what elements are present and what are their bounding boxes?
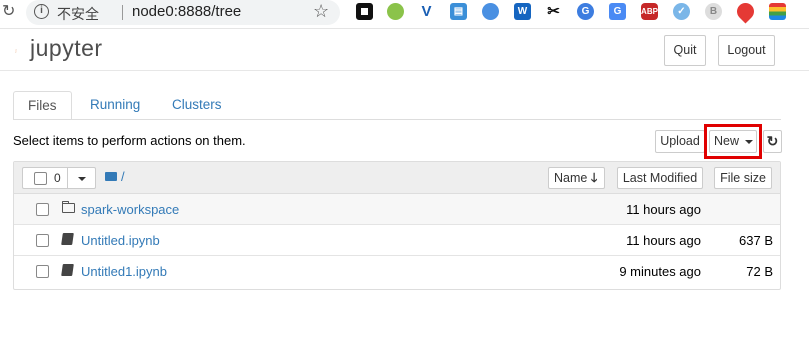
breadcrumb[interactable]: / <box>121 169 125 184</box>
extension-doc-icon[interactable]: ▤ <box>450 3 467 20</box>
instructions-text: Select items to perform actions on them. <box>13 133 246 148</box>
tab-running[interactable]: Running <box>76 91 154 120</box>
select-all-button[interactable]: 0 <box>22 167 68 189</box>
bookmark-star-icon[interactable]: ☆ <box>313 1 329 22</box>
item-file-size: 637 B <box>739 233 773 248</box>
list-item[interactable]: Untitled.ipynb 11 hours ago 637 B <box>14 225 780 256</box>
list-item[interactable]: Untitled1.ipynb 9 minutes ago 72 B <box>14 256 780 287</box>
caret-down-icon <box>78 177 86 181</box>
extension-color-grid-icon[interactable] <box>769 3 786 20</box>
sort-name-label: Name <box>554 171 588 185</box>
address-bar[interactable]: i 不安全 node0:8888/tree ☆ <box>26 0 340 25</box>
new-dropdown-button[interactable]: New <box>709 130 757 153</box>
item-checkbox[interactable] <box>36 265 49 278</box>
list-item[interactable]: spark-workspace 11 hours ago <box>14 194 780 225</box>
info-icon[interactable]: i <box>34 4 49 19</box>
logout-button[interactable]: Logout <box>718 35 775 66</box>
quit-button[interactable]: Quit <box>664 35 706 66</box>
new-button-label: New <box>714 134 740 148</box>
notebook-list: 0 / Name 🡓 Last Modified File size spark… <box>13 161 781 290</box>
reload-icon[interactable]: ↻ <box>2 3 15 21</box>
notebook-icon <box>61 233 74 245</box>
list-header: 0 / Name 🡓 Last Modified File size <box>14 162 780 194</box>
item-last-modified: 9 minutes ago <box>619 264 701 279</box>
jupyter-logo-text[interactable]: jupyter <box>30 35 103 62</box>
sort-file-size-button[interactable]: File size <box>714 167 772 189</box>
extension-b-icon[interactable]: B <box>705 3 722 20</box>
extension-square-icon[interactable] <box>356 3 373 20</box>
extension-scissors-icon[interactable]: ✂ <box>545 3 562 20</box>
folder-icon[interactable] <box>105 172 117 181</box>
item-name-link[interactable]: Untitled1.ipynb <box>81 264 167 279</box>
folder-icon <box>62 201 75 213</box>
browser-divider <box>0 28 809 29</box>
extension-globe-icon[interactable] <box>482 3 499 20</box>
notebook-icon <box>61 264 74 276</box>
selection-dropdown-button[interactable] <box>67 167 96 189</box>
extension-abp-icon[interactable]: ABP <box>641 3 658 20</box>
tab-clusters[interactable]: Clusters <box>158 91 236 120</box>
insecure-label: 不安全 <box>57 6 99 22</box>
browser-toolbar: ↻ i 不安全 node0:8888/tree ☆ V ▤ W ✂ G G AB… <box>0 0 809 26</box>
item-checkbox[interactable] <box>36 203 49 216</box>
select-all-checkbox[interactable] <box>34 172 47 185</box>
tab-underline <box>13 119 781 120</box>
upload-button[interactable]: Upload <box>655 130 705 153</box>
item-last-modified: 11 hours ago <box>626 233 701 248</box>
item-name-link[interactable]: spark-workspace <box>81 202 179 217</box>
extension-g-icon[interactable]: G <box>577 3 594 20</box>
arrow-down-icon: 🡓 <box>590 171 598 185</box>
extension-w-icon[interactable]: W <box>514 3 531 20</box>
caret-down-icon <box>744 139 753 144</box>
extension-translate-icon[interactable]: G <box>609 3 626 20</box>
jupyter-logo-icon[interactable] <box>15 37 29 65</box>
tab-files[interactable]: Files <box>13 91 72 120</box>
selected-count: 0 <box>54 171 61 185</box>
extension-check-icon[interactable]: ✓ <box>673 3 690 20</box>
address-separator <box>122 5 123 20</box>
sort-name-button[interactable]: Name 🡓 <box>548 167 605 189</box>
extension-location-icon[interactable] <box>733 0 758 24</box>
refresh-icon[interactable]: ↻ <box>763 130 782 153</box>
header-divider <box>0 70 809 71</box>
extension-green-circle-icon[interactable] <box>387 3 404 20</box>
item-checkbox[interactable] <box>36 234 49 247</box>
url-text[interactable]: node0:8888/tree <box>132 3 241 20</box>
item-last-modified: 11 hours ago <box>626 202 701 217</box>
item-name-link[interactable]: Untitled.ipynb <box>81 233 160 248</box>
item-file-size: 72 B <box>746 264 773 279</box>
extension-v-icon[interactable]: V <box>418 3 435 20</box>
sort-last-modified-button[interactable]: Last Modified <box>617 167 703 189</box>
